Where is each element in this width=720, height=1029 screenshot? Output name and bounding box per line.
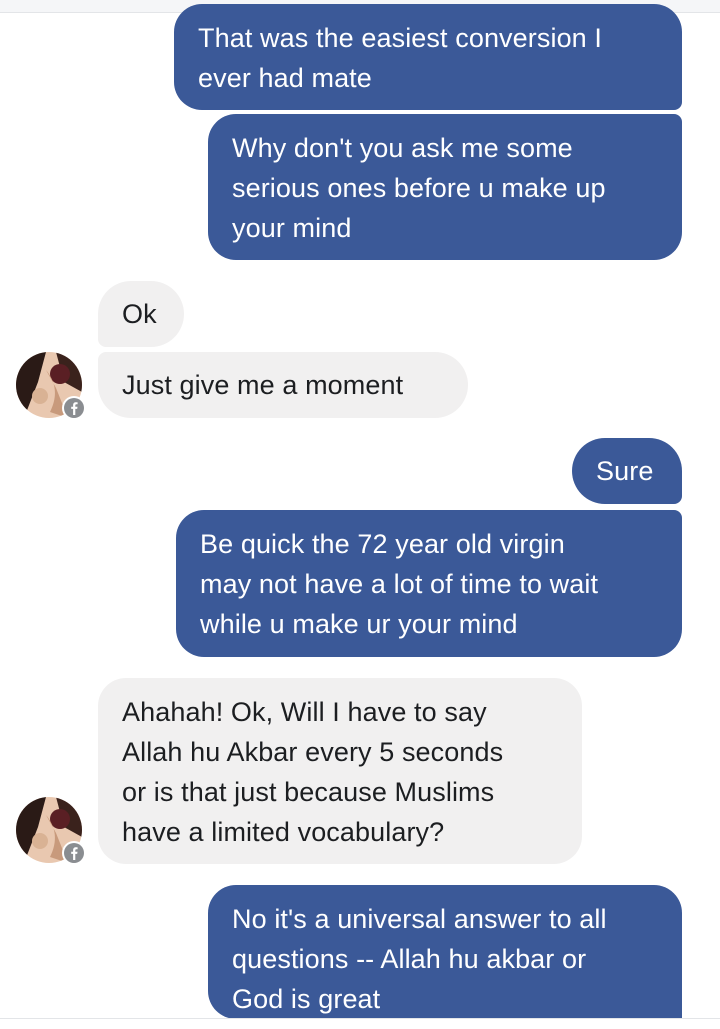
- message-thread[interactable]: That was the easiest conversion I ever h…: [0, 0, 720, 1029]
- contact-avatar[interactable]: [16, 352, 86, 420]
- message-bubble-outgoing[interactable]: No it's a universal answer to all questi…: [208, 885, 682, 1019]
- message-bubble-outgoing[interactable]: That was the easiest conversion I ever h…: [174, 4, 682, 110]
- message-bubble-outgoing[interactable]: Why don't you ask me some serious ones b…: [208, 114, 682, 260]
- bottom-bar: [0, 1018, 720, 1029]
- message-bubble-outgoing[interactable]: Be quick the 72 year old virgin may not …: [176, 510, 682, 657]
- facebook-badge-icon: [62, 841, 86, 865]
- message-bubble-incoming[interactable]: Just give me a moment: [98, 352, 468, 418]
- contact-avatar[interactable]: [16, 797, 86, 865]
- message-bubble-outgoing[interactable]: Sure: [572, 438, 682, 504]
- message-bubble-incoming[interactable]: Ahahah! Ok, Will I have to say Allah hu …: [98, 678, 582, 864]
- message-bubble-incoming[interactable]: Ok: [98, 281, 184, 347]
- facebook-badge-icon: [62, 396, 86, 420]
